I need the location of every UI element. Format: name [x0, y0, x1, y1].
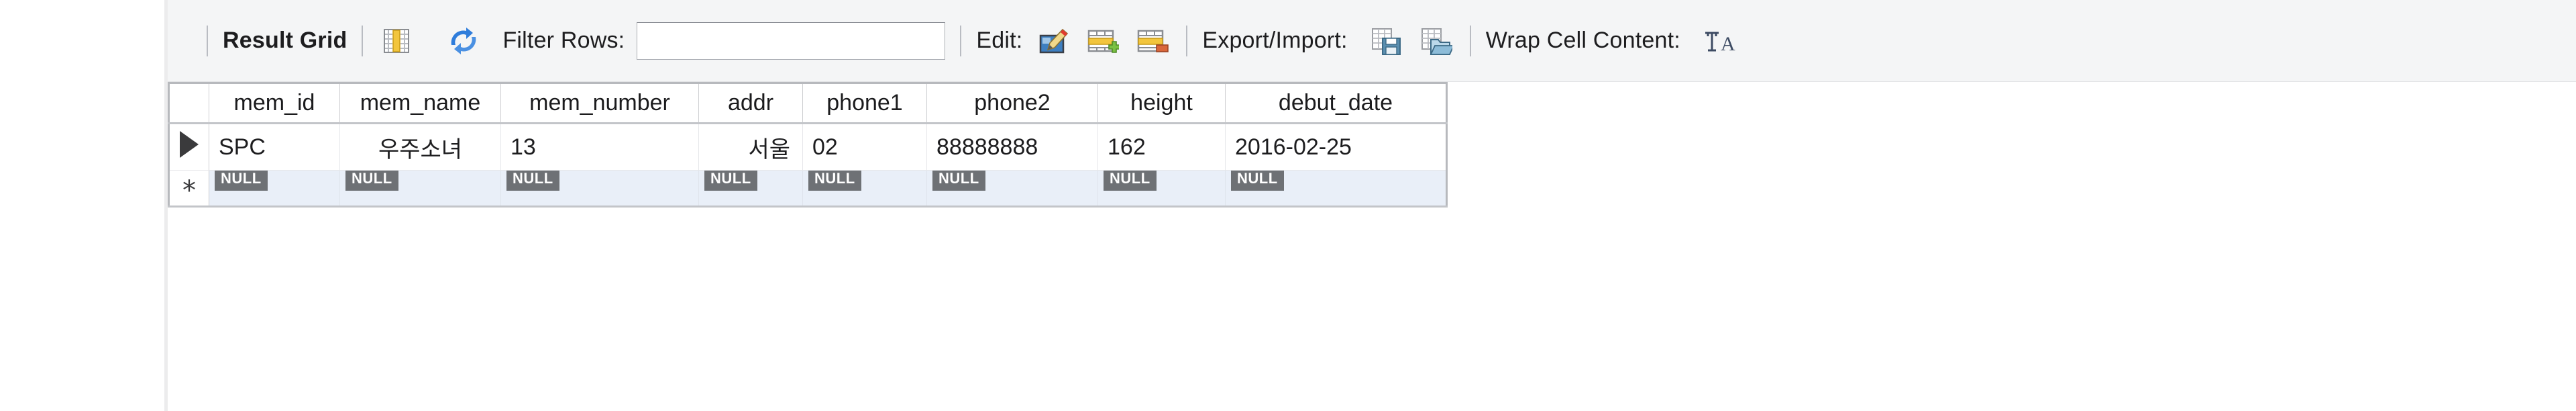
filter-rows-label: Filter Rows:	[502, 28, 625, 53]
cell-debut_date[interactable]: 2016-02-25	[1225, 123, 1448, 171]
null-badge: NULL	[932, 170, 985, 191]
column-header-phone2[interactable]: phone2	[926, 82, 1098, 124]
new-row-asterisk-icon: *	[182, 175, 196, 206]
column-header-mem_number[interactable]: mem_number	[500, 82, 699, 124]
export-recordset-icon[interactable]	[1368, 22, 1405, 60]
result-grid-title: Result Grid	[223, 28, 347, 53]
null-badge: NULL	[506, 170, 559, 191]
null-badge: NULL	[808, 170, 861, 191]
wrap-cell-content-label: Wrap Cell Content:	[1485, 28, 1680, 53]
table-row[interactable]: SPC 우주소녀 13 서울 02 88888888 162 2016-02-2…	[168, 123, 1448, 171]
result-grid-panel: Result Grid Filter Rows: Edit: Export/Im…	[0, 0, 2576, 411]
null-badge: NULL	[1104, 170, 1157, 191]
cell-phone1[interactable]: 02	[802, 123, 927, 171]
filter-rows-input[interactable]	[637, 21, 946, 60]
pencil-edit-icon[interactable]	[1034, 22, 1072, 60]
column-header-addr[interactable]: addr	[698, 82, 803, 124]
column-header-mem_id[interactable]: mem_id	[209, 82, 340, 124]
edit-label: Edit:	[976, 28, 1023, 53]
row-selector-current[interactable]	[168, 123, 209, 171]
result-grid-table: mem_id mem_name mem_number addr phone1 p…	[168, 82, 1448, 208]
cell-phone2[interactable]: 88888888	[926, 123, 1098, 171]
grid-corner-header	[168, 82, 209, 124]
toolbar-divider	[960, 25, 962, 56]
new-cell-addr[interactable]: NULL	[698, 170, 803, 208]
new-cell-phone1[interactable]: NULL	[802, 170, 927, 208]
export-import-label: Export/Import:	[1202, 28, 1348, 53]
cell-mem_name[interactable]: 우주소녀	[339, 123, 501, 171]
new-cell-debut_date[interactable]: NULL	[1225, 170, 1448, 208]
grid-header-row: mem_id mem_name mem_number addr phone1 p…	[168, 82, 1448, 124]
refresh-icon[interactable]	[445, 22, 482, 60]
row-selector-new[interactable]: *	[168, 170, 209, 208]
column-header-height[interactable]: height	[1097, 82, 1226, 124]
toolbar-divider	[1186, 25, 1188, 56]
new-record-row[interactable]: * NULL NULL NULL NULL NULL NULL NULL NUL…	[168, 170, 1448, 208]
cell-mem_id[interactable]: SPC	[209, 123, 340, 171]
cell-addr[interactable]: 서울	[698, 123, 803, 171]
toolbar-divider	[362, 25, 364, 56]
null-badge: NULL	[215, 170, 268, 191]
current-row-arrow-icon	[180, 130, 199, 158]
result-panel-body: Result Grid Filter Rows: Edit: Export/Im…	[168, 0, 2576, 411]
svg-text:A: A	[1721, 33, 1735, 55]
column-header-phone1[interactable]: phone1	[802, 82, 927, 124]
cell-height[interactable]: 162	[1097, 123, 1226, 171]
wrap-text-icon[interactable]: A	[1701, 22, 1738, 60]
result-grid-toolbar: Result Grid Filter Rows: Edit: Export/Im…	[168, 0, 2576, 82]
null-badge: NULL	[1231, 170, 1284, 191]
toolbar-divider	[207, 25, 208, 56]
column-header-mem_name[interactable]: mem_name	[339, 82, 501, 124]
null-badge: NULL	[704, 170, 757, 191]
new-cell-height[interactable]: NULL	[1097, 170, 1226, 208]
result-grid-table-wrap: mem_id mem_name mem_number addr phone1 p…	[168, 82, 2576, 411]
column-header-debut_date[interactable]: debut_date	[1225, 82, 1448, 124]
new-cell-mem_number[interactable]: NULL	[500, 170, 699, 208]
insert-row-icon[interactable]	[1084, 22, 1122, 60]
grid-columns-icon[interactable]	[378, 22, 415, 60]
cell-mem_number[interactable]: 13	[500, 123, 699, 171]
left-gutter	[0, 0, 168, 411]
new-cell-mem_id[interactable]: NULL	[209, 170, 340, 208]
new-cell-mem_name[interactable]: NULL	[339, 170, 501, 208]
toolbar-divider	[1469, 25, 1471, 56]
import-recordset-icon[interactable]	[1417, 22, 1455, 60]
null-badge: NULL	[345, 170, 398, 191]
new-cell-phone2[interactable]: NULL	[926, 170, 1098, 208]
delete-row-icon[interactable]	[1134, 22, 1171, 60]
